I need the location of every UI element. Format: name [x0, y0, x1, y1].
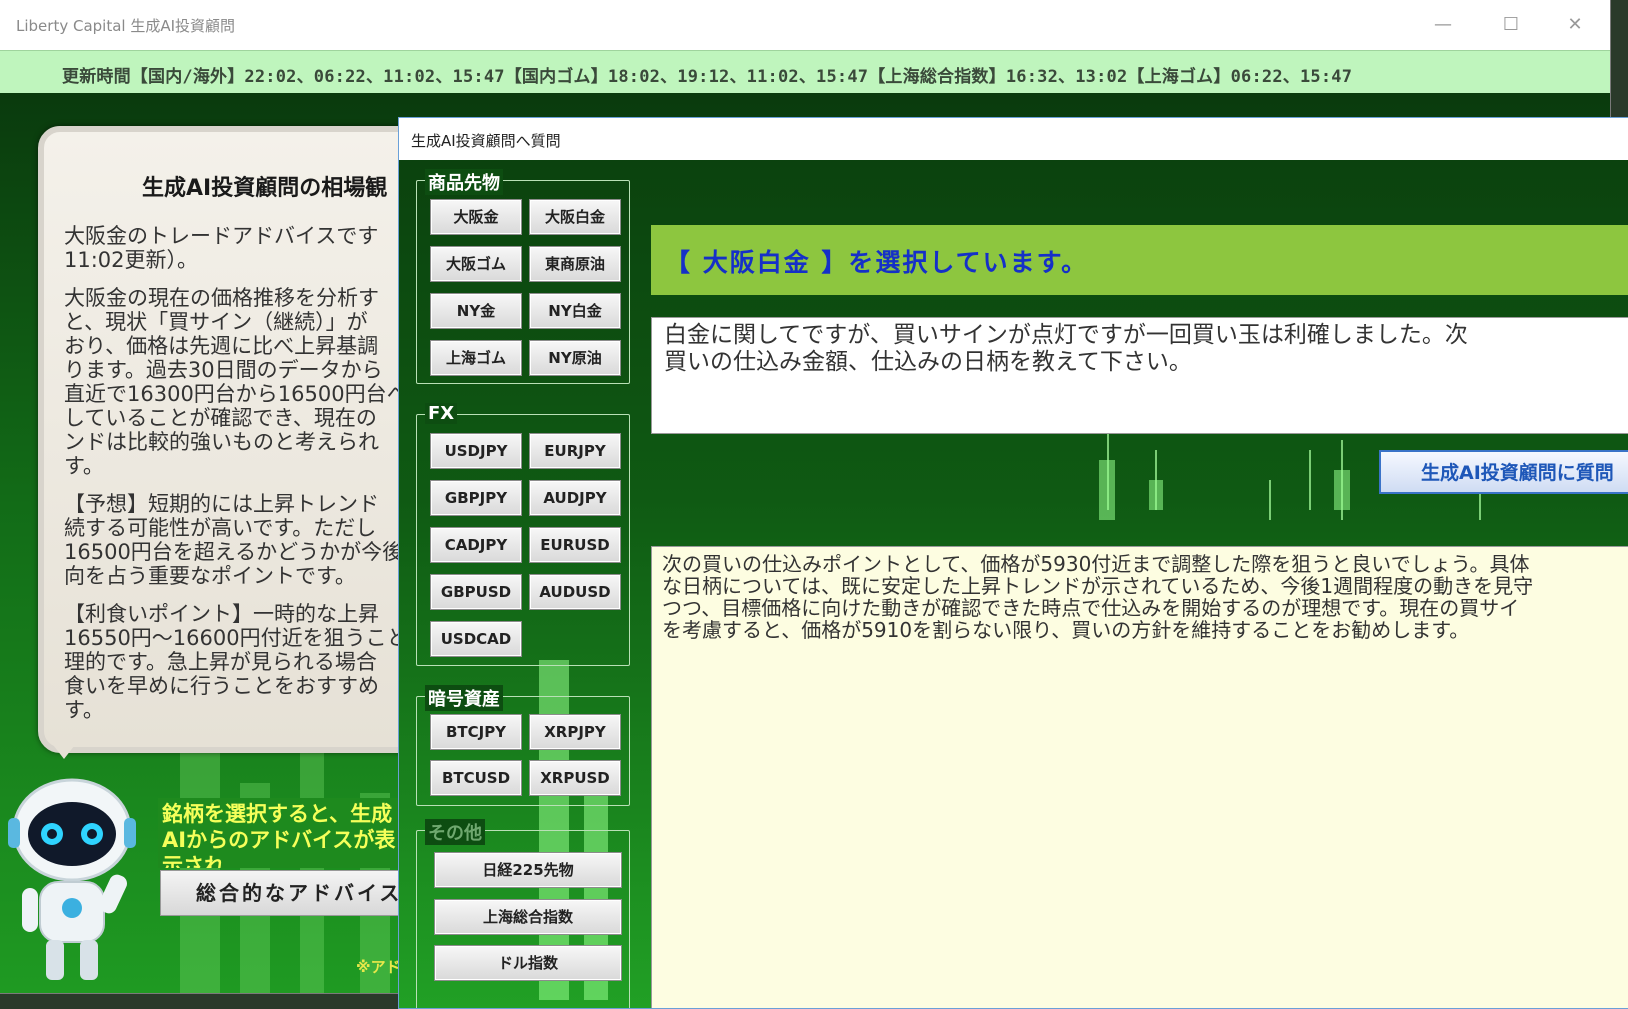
bg-candle: [1099, 460, 1115, 520]
minimize-button[interactable]: —: [1420, 10, 1466, 40]
button-audjpy[interactable]: AUDJPY: [529, 480, 621, 516]
button-xrpusd[interactable]: XRPUSD: [529, 760, 621, 796]
button-shanghai-rubber[interactable]: 上海ゴム: [430, 340, 522, 376]
advice-paragraph: 大阪金のトレードアドバイスです 11:02更新）。: [64, 224, 379, 272]
bg-candle: [180, 743, 220, 993]
group-commodities: 商品先物 大阪金 大阪白金 大阪ゴム 東商原油 NY金 NY白金 上海ゴム NY…: [416, 169, 630, 384]
dialog-body: 商品先物 大阪金 大阪白金 大阪ゴム 東商原油 NY金 NY白金 上海ゴム NY…: [399, 160, 1628, 1008]
update-ticker: 更新時間【国内/海外】22:02、06:22、11:02、15:47【国内ゴム】…: [0, 50, 1610, 94]
robot-mascot-icon: [8, 778, 136, 980]
main-titlebar: Liberty Capital 生成AI投資顧問 — ☐ ✕: [0, 0, 1610, 50]
advice-paragraph: 大阪金の現在の価格推移を分析す と、現状「買サイン（継続）」が おり、価格は先週…: [64, 286, 408, 478]
button-osaka-gold[interactable]: 大阪金: [430, 199, 522, 235]
button-usdjpy[interactable]: USDJPY: [430, 433, 522, 469]
question-dialog: 生成AI投資顧問へ質問 商品先物 大阪金 大阪白金 大阪ゴム 東商原油 NY金 …: [398, 117, 1628, 1009]
close-button[interactable]: ✕: [1552, 10, 1598, 40]
dialog-title: 生成AI投資顧問へ質問: [411, 132, 561, 150]
ask-ai-button[interactable]: 生成AI投資顧問に質問: [1379, 450, 1628, 494]
note-text: ※アド: [356, 958, 401, 976]
bg-candle: [1149, 480, 1163, 510]
ticker-text: 更新時間【国内/海外】22:02、06:22、11:02、15:47【国内ゴム】…: [62, 67, 1353, 87]
button-eurusd[interactable]: EURUSD: [529, 527, 621, 563]
group-fx: FX USDJPY EURJPY GBPJPY AUDJPY CADJPY EU…: [416, 403, 630, 666]
bg-candle: [1334, 470, 1350, 510]
window-title: Liberty Capital 生成AI投資顧問: [16, 17, 236, 35]
answer-output: 次の買いの仕込みポイントとして、価格が5930付近まで調整した際を狙うと良いでし…: [651, 546, 1628, 1008]
maximize-button[interactable]: ☐: [1488, 10, 1534, 40]
button-btcjpy[interactable]: BTCJPY: [430, 714, 522, 750]
button-osaka-rubber[interactable]: 大阪ゴム: [430, 246, 522, 282]
button-audusd[interactable]: AUDUSD: [529, 574, 621, 610]
button-tocom-crude[interactable]: 東商原油: [529, 246, 621, 282]
bg-wick: [1309, 450, 1311, 510]
bg-wick: [1269, 480, 1271, 520]
button-ny-crude[interactable]: NY原油: [529, 340, 621, 376]
button-shanghai-composite[interactable]: 上海総合指数: [434, 899, 622, 935]
dialog-titlebar: 生成AI投資顧問へ質問: [399, 118, 1628, 160]
group-other: その他 日経225先物 上海総合指数 ドル指数: [416, 819, 630, 1008]
overall-advice-button[interactable]: 総合的なアドバイス: [160, 870, 437, 916]
button-nikkei225-futures[interactable]: 日経225先物: [434, 852, 622, 888]
button-cadjpy[interactable]: CADJPY: [430, 527, 522, 563]
button-dollar-index[interactable]: ドル指数: [434, 945, 622, 981]
group-label-other: その他: [425, 819, 485, 845]
button-usdcad[interactable]: USDCAD: [430, 621, 522, 657]
selection-text: 【 大阪白金 】を選択しています。: [665, 248, 1089, 277]
button-ny-gold[interactable]: NY金: [430, 293, 522, 329]
advice-panel: 生成AI投資顧問の相場観 大阪金のトレードアドバイスです 11:02更新）。 大…: [38, 126, 430, 753]
button-ny-platinum[interactable]: NY白金: [529, 293, 621, 329]
advice-body: 大阪金のトレードアドバイスです 11:02更新）。 大阪金の現在の価格推移を分析…: [64, 224, 444, 736]
group-label-fx: FX: [425, 403, 458, 424]
hint-text: 銘柄を選択すると、生成AIからのアドバイスが表示され: [158, 798, 406, 868]
button-eurjpy[interactable]: EURJPY: [529, 433, 621, 469]
advice-paragraph: 【利食いポイント】一時的な上昇 16550円～16600円付近を狙うこと 理的で…: [64, 602, 408, 722]
question-input[interactable]: 白金に関してですが、買いサインが点灯ですが一回買い玉は利確しました。次 買いの仕…: [651, 317, 1628, 434]
group-label-crypto: 暗号資産: [425, 685, 503, 711]
advice-paragraph: 【予想】短期的には上昇トレンド 続する可能性が高いです。ただし 16500円台を…: [64, 492, 404, 588]
button-osaka-platinum[interactable]: 大阪白金: [529, 199, 621, 235]
button-gbpjpy[interactable]: GBPJPY: [430, 480, 522, 516]
advice-title: 生成AI投資顧問の相場観: [142, 176, 388, 201]
button-xrpjpy[interactable]: XRPJPY: [529, 714, 621, 750]
group-label-commodities: 商品先物: [425, 169, 503, 195]
group-crypto: 暗号資産 BTCJPY XRPJPY BTCUSD XRPUSD: [416, 685, 630, 806]
button-btcusd[interactable]: BTCUSD: [430, 760, 522, 796]
bubble-tail: [50, 741, 78, 759]
button-gbpusd[interactable]: GBPUSD: [430, 574, 522, 610]
selection-banner: 【 大阪白金 】を選択しています。: [651, 225, 1628, 295]
